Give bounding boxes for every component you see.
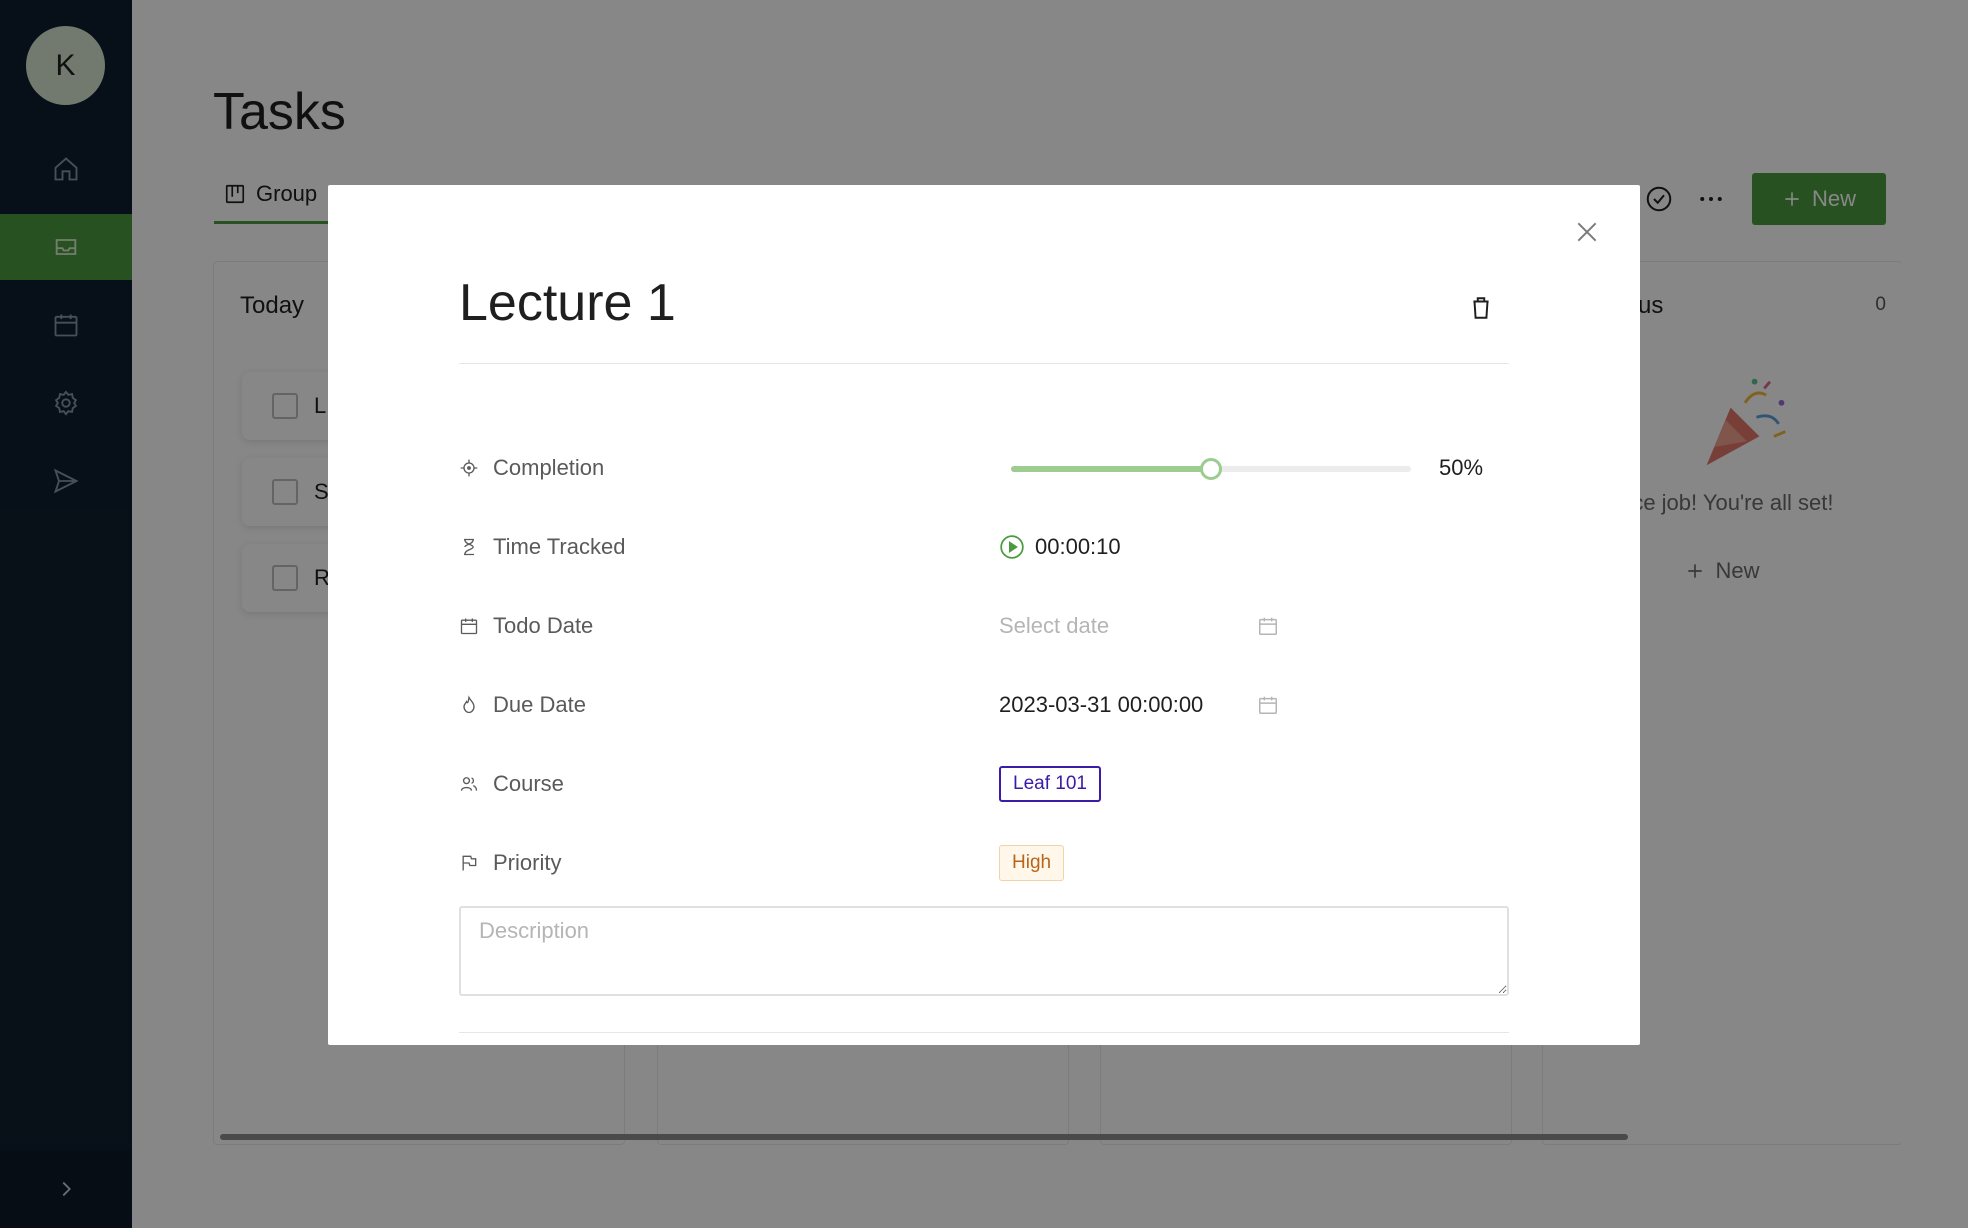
- trash-icon: [1473, 297, 1489, 319]
- course-value[interactable]: Leaf 101: [999, 764, 1101, 804]
- due-date-value: 2023-03-31 00:00:00: [999, 692, 1204, 717]
- course-label: Course: [493, 771, 564, 796]
- course-tag[interactable]: Leaf 101: [999, 766, 1101, 802]
- task-detail-modal: Lecture 1 Completion 50% Time Tracked 00…: [328, 185, 1640, 1045]
- flame-icon: [463, 695, 475, 714]
- close-button[interactable]: [1570, 215, 1604, 249]
- play-icon[interactable]: [999, 534, 1025, 560]
- slider-fill: [1011, 466, 1211, 472]
- calendar-icon: [1259, 696, 1277, 714]
- time-tracked-text: 00:00:10: [1035, 534, 1121, 559]
- property-label: Course: [459, 764, 564, 804]
- property-todo-date: Todo Date Select date: [459, 606, 1509, 646]
- completion-control: 50%: [999, 448, 1483, 488]
- priority-value[interactable]: High: [999, 843, 1065, 883]
- property-label: Time Tracked: [459, 527, 625, 567]
- property-label: Priority: [459, 843, 561, 883]
- property-label: Completion: [459, 448, 604, 488]
- property-completion: Completion 50%: [459, 448, 1509, 488]
- due-date-label: Due Date: [493, 692, 586, 717]
- users-icon: [460, 777, 478, 791]
- completion-percent: 50%: [1439, 455, 1484, 480]
- property-label: Due Date: [459, 685, 586, 725]
- time-tracked-label: Time Tracked: [493, 534, 626, 559]
- todo-date-picker[interactable]: Select date: [999, 606, 1299, 646]
- calendar-icon: [1259, 617, 1277, 635]
- slider-handle[interactable]: [1200, 458, 1222, 480]
- flag-icon: [462, 855, 477, 871]
- task-title[interactable]: Lecture 1: [459, 273, 676, 333]
- property-priority: Priority High: [459, 843, 1509, 883]
- priority-tag[interactable]: High: [999, 845, 1065, 881]
- property-due-date: Due Date 2023-03-31 00:00:00: [459, 685, 1509, 725]
- delete-button[interactable]: [1464, 291, 1498, 325]
- todo-date-label: Todo Date: [493, 613, 594, 638]
- property-time-tracked: Time Tracked 00:00:10: [459, 527, 1509, 567]
- priority-label: Priority: [493, 850, 562, 875]
- property-label: Todo Date: [459, 606, 593, 646]
- time-tracked-value: 00:00:10: [999, 527, 1121, 567]
- hourglass-icon: [464, 538, 474, 556]
- close-icon: [1577, 222, 1597, 242]
- calendar-icon: [460, 618, 478, 635]
- description-input[interactable]: [459, 906, 1509, 996]
- due-date-picker[interactable]: 2023-03-31 00:00:00: [999, 685, 1299, 725]
- completion-slider[interactable]: [1011, 458, 1411, 480]
- section-divider: [459, 1032, 1509, 1033]
- title-divider: [459, 363, 1509, 364]
- property-course: Course Leaf 101: [459, 764, 1509, 804]
- target-icon: [460, 459, 478, 477]
- todo-date-placeholder: Select date: [999, 613, 1110, 638]
- completion-label: Completion: [493, 455, 605, 480]
